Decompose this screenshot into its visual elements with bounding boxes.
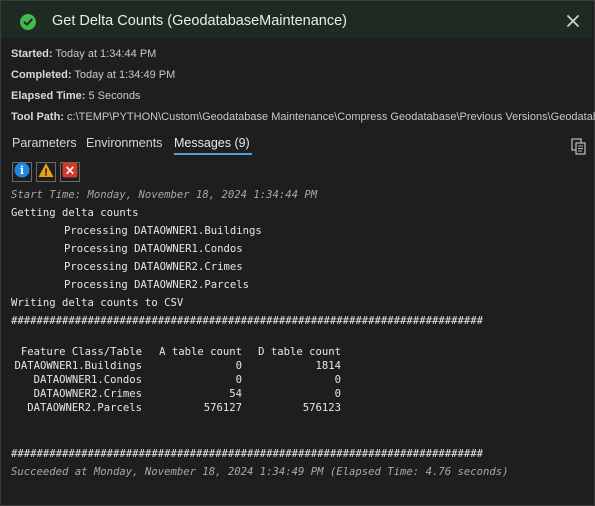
copy-icon[interactable] <box>571 138 586 155</box>
completed-row: Completed: Today at 1:34:49 PM <box>11 69 175 81</box>
table-cell: 0 <box>334 374 341 386</box>
tab-environments[interactable]: Environments <box>86 136 162 150</box>
active-tab-indicator <box>174 153 252 155</box>
tool-title: Get Delta Counts (GeodatabaseMaintenance… <box>52 13 348 29</box>
results-header: Get Delta Counts (GeodatabaseMaintenance… <box>1 1 592 38</box>
elapsed-label: Elapsed Time: <box>11 90 86 102</box>
elapsed-value: 5 Seconds <box>88 90 141 102</box>
message-writing: Writing delta counts to CSV <box>11 297 184 309</box>
table-cell: DATAOWNER1.Buildings <box>14 360 142 372</box>
tab-parameters[interactable]: Parameters <box>12 136 77 150</box>
tab-messages[interactable]: Messages (9) <box>174 136 250 150</box>
svg-text:×: × <box>65 163 76 178</box>
message-processing: Processing DATAOWNER2.Parcels <box>64 279 249 291</box>
message-getting: Getting delta counts <box>11 207 139 219</box>
table-header: D table count <box>258 346 341 358</box>
warning-filter-button[interactable]: ! <box>36 162 56 182</box>
table-cell: 0 <box>235 374 242 386</box>
toolpath-value: c:\TEMP\PYTHON\Custom\Geodatabase Mainte… <box>67 111 595 123</box>
table-cell: DATAOWNER2.Parcels <box>27 402 142 414</box>
table-cell: 576123 <box>302 402 341 414</box>
table-cell: 576127 <box>203 402 242 414</box>
table-cell: DATAOWNER2.Crimes <box>33 388 142 400</box>
table-cell: 54 <box>229 388 242 400</box>
message-processing: Processing DATAOWNER1.Condos <box>64 243 243 255</box>
table-cell: 0 <box>235 360 242 372</box>
toolpath-row: Tool Path: c:\TEMP\PYTHON\Custom\Geodata… <box>11 111 595 123</box>
message-separator: ########################################… <box>11 448 483 460</box>
svg-text:i: i <box>20 164 24 177</box>
message-separator: ########################################… <box>11 315 483 327</box>
started-label: Started: <box>11 48 53 60</box>
message-start-time: Start Time: Monday, November 18, 2024 1:… <box>11 189 318 201</box>
elapsed-row: Elapsed Time: 5 Seconds <box>11 90 140 102</box>
error-icon: × <box>62 162 78 183</box>
svg-text:!: ! <box>44 167 49 178</box>
table-header: Feature Class/Table <box>20 346 142 358</box>
message-processing: Processing DATAOWNER1.Buildings <box>64 225 262 237</box>
started-value: Today at 1:34:44 PM <box>55 48 157 60</box>
message-processing: Processing DATAOWNER2.Crimes <box>64 261 243 273</box>
table-cell: DATAOWNER1.Condos <box>33 374 142 386</box>
close-icon[interactable] <box>565 13 581 29</box>
table-cell: 1814 <box>315 360 341 372</box>
table-cell: 0 <box>334 388 341 400</box>
warning-icon: ! <box>38 162 54 183</box>
completed-value: Today at 1:34:49 PM <box>74 69 176 81</box>
info-filter-button[interactable]: i <box>12 162 32 182</box>
error-filter-button[interactable]: × <box>60 162 80 182</box>
info-icon: i <box>14 162 30 183</box>
started-row: Started: Today at 1:34:44 PM <box>11 48 156 60</box>
table-header: A table count <box>159 346 242 358</box>
message-succeeded: Succeeded at Monday, November 18, 2024 1… <box>11 466 509 478</box>
toolpath-label: Tool Path: <box>11 111 64 123</box>
success-check-icon <box>20 14 36 30</box>
completed-label: Completed: <box>11 69 72 81</box>
